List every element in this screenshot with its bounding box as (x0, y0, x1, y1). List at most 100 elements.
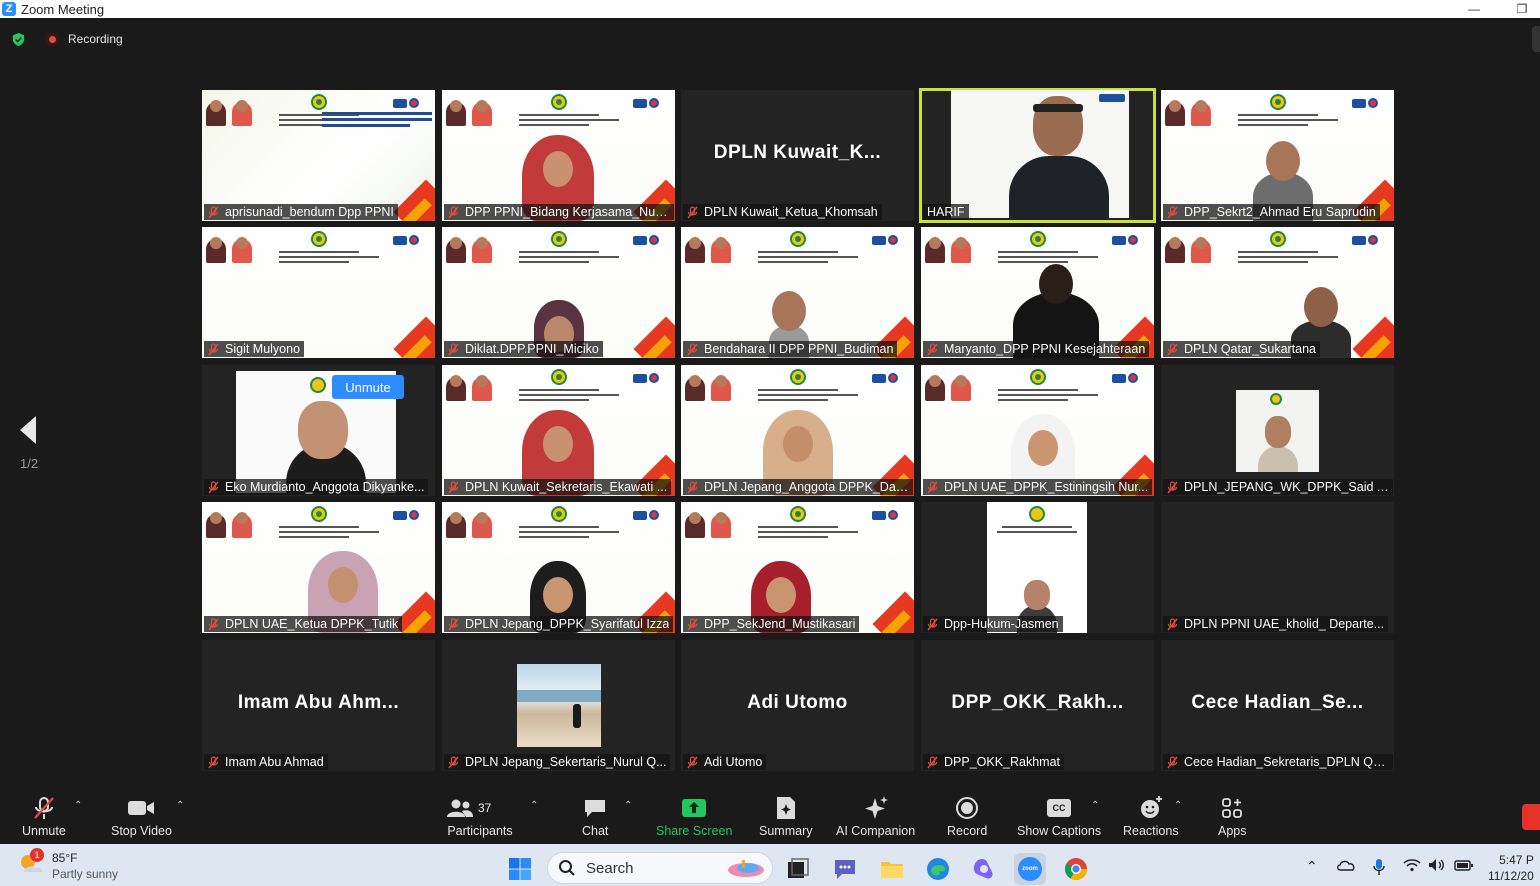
reactions-options-chevron-icon[interactable]: ⌃ (1174, 800, 1182, 811)
participants-options-chevron-icon[interactable]: ⌃ (530, 800, 538, 811)
participant-tile[interactable]: Maryanto_DPP PPNI Kesejahteraan (921, 227, 1154, 358)
participant-name-label: Sigit Mulyono (204, 341, 305, 357)
ai-sparkle-icon (864, 796, 888, 819)
task-view-icon[interactable] (785, 856, 811, 882)
participant-tile[interactable]: DPLN Jepang_DPPK_Syarifatul Izza (442, 502, 675, 633)
unmute-prompt-button[interactable]: Unmute (332, 375, 404, 399)
share-screen-button[interactable]: Share Screen (656, 794, 732, 838)
participant-name-label: DPLN Kuwait_Ketua_Khomsah (683, 204, 882, 220)
participant-tile[interactable]: DPP PPNI_Bidang Kerjasama_Nuni... (442, 90, 675, 221)
participant-tile[interactable]: DPLN Kuwait_Sekretaris_Ekawati ... (442, 365, 675, 496)
participant-tile[interactable]: DPLN UAE_DPPK_Estiningsih Nur... (921, 365, 1154, 496)
stop-video-button[interactable]: Stop Video (111, 794, 172, 838)
show-captions-button[interactable]: CC Show Captions (1017, 794, 1101, 838)
participant-tile[interactable]: Sigit Mulyono (202, 227, 435, 358)
participant-name: DPLN UAE_Ketua DPPK_Tutik (225, 617, 399, 631)
muted-mic-icon (1167, 205, 1178, 218)
participant-name-label: DPP_OKK_Rakhmat (923, 754, 1065, 770)
participant-name: Maryanto_DPP PPNI Kesejahteraan (944, 342, 1146, 356)
participant-tile[interactable]: Diklat.DPP.PPNI_Miciko (442, 227, 675, 358)
onedrive-cloud-icon[interactable] (1336, 858, 1356, 872)
participant-name: DPLN Kuwait_Sekretaris_Ekawati ... (465, 480, 668, 494)
participant-face (766, 577, 796, 613)
participant-display-name: Imam Abu Ahm... (237, 692, 400, 713)
weather-badge: 1 (30, 848, 44, 862)
weather-widget[interactable]: 1 85°F Partly sunny (18, 848, 118, 882)
participant-tile[interactable]: DPLN Jepang_Sekertaris_Nurul Q... (442, 640, 675, 771)
muted-mic-icon (927, 480, 938, 493)
record-icon (956, 797, 979, 819)
summary-button[interactable]: Summary (759, 794, 812, 838)
participant-tile[interactable]: DPLN Qatar_Sukartana (1161, 227, 1394, 358)
volume-icon[interactable] (1428, 858, 1446, 872)
system-clock[interactable]: 5:47 P 11/12/20 (1488, 852, 1534, 884)
participant-display-name: DPLN Kuwait_K... (713, 142, 882, 163)
participant-tile[interactable]: DPP_OKK_Rakh... DPP_OKK_Rakhmat (921, 640, 1154, 771)
participant-name-label: DPLN Jepang_DPPK_Syarifatul Izza (444, 616, 674, 632)
participant-tile[interactable]: DPLN UAE_Ketua DPPK_Tutik (202, 502, 435, 633)
apps-button[interactable]: Apps (1218, 794, 1247, 838)
participant-tile[interactable]: Dpp-Hukum-Jasmen (921, 502, 1154, 633)
previous-page-arrow-icon[interactable] (16, 414, 40, 446)
muted-mic-icon (1167, 617, 1178, 630)
chat-label: Chat (582, 824, 609, 838)
participant-tile[interactable]: DPLN Kuwait_K... DPLN Kuwait_Ketua_Khomsa… (681, 90, 914, 221)
zoom-taskbar-button[interactable]: zoom (1014, 853, 1046, 885)
muted-mic-icon (208, 617, 219, 630)
battery-icon[interactable] (1454, 858, 1474, 872)
participant-display-name: Adi Utomo (747, 692, 848, 713)
minimize-button[interactable]: — (1454, 0, 1494, 18)
participant-tile[interactable]: DPP_Sekrt2_Ahmad Eru Saprudin (1161, 90, 1394, 221)
file-explorer-icon[interactable] (879, 856, 905, 882)
windows-start-icon[interactable] (508, 857, 532, 881)
participant-tile[interactable]: aprisunadi_bendum Dpp PPNI (202, 90, 435, 221)
participant-name: DPLN Qatar_Sukartana (1184, 342, 1317, 356)
participant-tile[interactable]: Adi Utomo Adi Utomo (681, 640, 914, 771)
taskbar-search-box[interactable]: Search (547, 852, 773, 884)
video-options-chevron-icon[interactable]: ⌃ (176, 800, 184, 811)
participant-name: Adi Utomo (704, 755, 763, 769)
muted-mic-icon (208, 480, 219, 493)
zoom-logo-icon: Z (2, 2, 16, 16)
muted-mic-icon (1167, 342, 1178, 355)
participant-tile[interactable]: DPLN Jepang_Anggota DPPK_Dad... (681, 365, 914, 496)
wifi-icon[interactable] (1403, 858, 1421, 872)
participant-name: DPLN_JEPANG_WK_DPPK_Said A... (1184, 480, 1389, 494)
participant-tile[interactable]: Imam Abu Ahm... Imam Abu Ahmad (202, 640, 435, 771)
participant-tile[interactable]: DPP_SekJend_Mustikasari (681, 502, 914, 633)
captions-options-chevron-icon[interactable]: ⌃ (1091, 800, 1099, 811)
participant-tile[interactable]: DPLN_JEPANG_WK_DPPK_Said A... (1161, 365, 1394, 496)
edge-browser-icon[interactable] (925, 856, 951, 882)
side-panel-handle[interactable] (1532, 26, 1540, 52)
participant-tile[interactable]: Cece Hadian_Se... Cece Hadian_Sekretaris_… (1161, 640, 1394, 771)
zoom-app-icon: zoom (1018, 857, 1042, 881)
teams-chat-icon[interactable] (832, 856, 858, 882)
participant-tile[interactable]: Unmute Eko Murdianto_Anggota Dikyanke... (202, 365, 435, 496)
participant-tile[interactable]: HARIF (919, 88, 1156, 223)
unmute-button[interactable]: Unmute (22, 794, 66, 838)
restore-button[interactable]: ❐ (1502, 0, 1540, 18)
participant-name-label: DPP_SekJend_Mustikasari (683, 616, 860, 632)
tray-overflow-chevron-icon[interactable]: ⌃ (1306, 858, 1318, 875)
chat-options-chevron-icon[interactable]: ⌃ (624, 800, 632, 811)
muted-mic-icon (927, 342, 938, 355)
search-icon (559, 860, 575, 876)
ai-companion-button[interactable]: AI Companion (836, 794, 915, 838)
participants-button[interactable]: 37 Participants (446, 794, 514, 838)
reactions-button[interactable]: Reactions (1123, 794, 1179, 838)
participant-face (543, 577, 573, 613)
presentation-slide (1161, 227, 1394, 358)
ai-companion-label: AI Companion (836, 824, 916, 838)
participant-name: DPP PPNI_Bidang Kerjasama_Nuni... (465, 205, 670, 219)
audio-options-chevron-icon[interactable]: ⌃ (74, 800, 82, 811)
microphone-tray-icon[interactable] (1373, 858, 1385, 876)
participant-tile[interactable]: DPLN PPNI UAE_kholid_ Departe... (1161, 502, 1394, 633)
chat-button[interactable]: Chat (582, 794, 608, 838)
end-meeting-button[interactable] (1522, 804, 1540, 830)
participant-tile[interactable]: Bendahara II DPP PPNI_Budiman (681, 227, 914, 358)
copilot-icon[interactable] (971, 856, 997, 882)
encryption-shield-icon[interactable] (11, 32, 26, 47)
participant-name: DPP_OKK_Rakhmat (944, 755, 1061, 769)
record-button[interactable]: Record (947, 794, 987, 838)
chrome-browser-icon[interactable] (1063, 856, 1089, 882)
